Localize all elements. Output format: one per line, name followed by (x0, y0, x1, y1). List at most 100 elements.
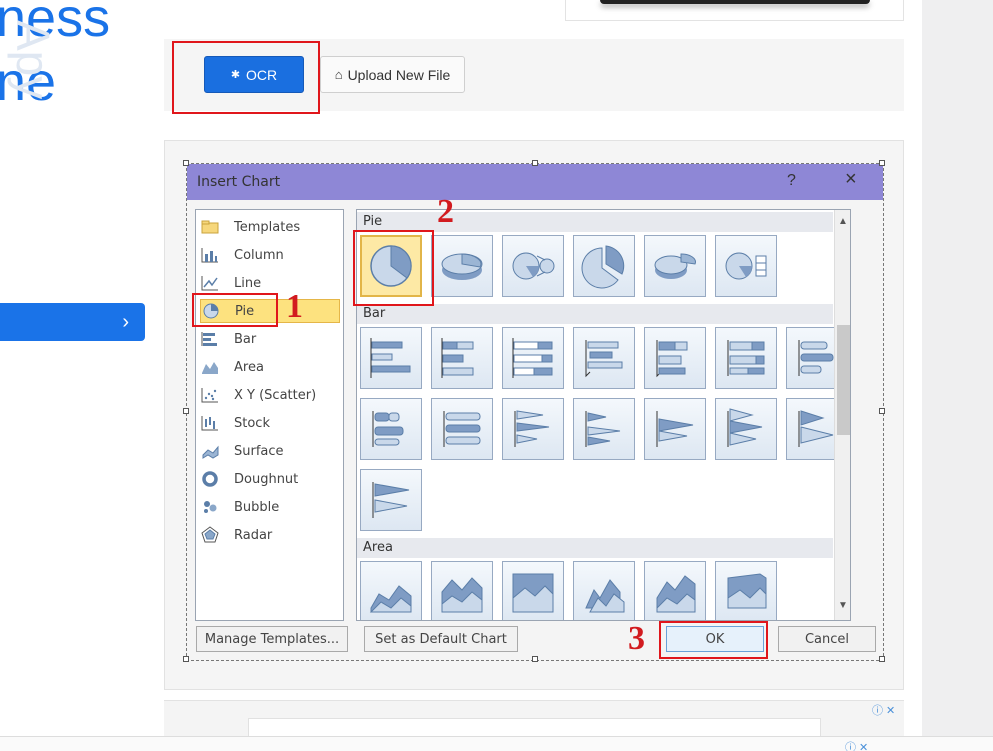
manage-templates-button[interactable]: Manage Templates... (196, 626, 348, 652)
bar-clustered-icon (370, 338, 411, 378)
area-3d-100-icon (727, 573, 767, 609)
dialog-title-bar: Insert Chart ? × (187, 164, 883, 200)
chevron-right-icon: › (122, 311, 129, 333)
adchoices-icon[interactable]: ⓘ ✕ (845, 739, 868, 751)
chart-type-label: Radar (234, 527, 273, 543)
area-subtype-3d-100-stacked[interactable] (715, 561, 777, 620)
bar-subtype-stacked[interactable] (431, 327, 493, 389)
chart-type-scatter[interactable]: X Y (Scatter) (200, 383, 340, 407)
resize-handle[interactable] (532, 656, 538, 662)
area-subtype-3d-area[interactable] (573, 561, 635, 620)
bar-subtype-100-stacked[interactable] (502, 327, 564, 389)
cylinder-100-icon (443, 411, 481, 447)
bar-subtype-stacked-cone[interactable] (573, 398, 635, 460)
scatter-chart-icon (200, 386, 220, 404)
chart-type-label: Column (234, 247, 284, 263)
bar-chart-icon (200, 330, 220, 348)
exploded-pie-icon (581, 245, 625, 289)
section-bar-label: Bar (357, 304, 833, 324)
pie-subtype-pie-of-pie[interactable] (502, 235, 564, 297)
scrollbar-thumb[interactable] (837, 325, 850, 435)
chevron-up-icon[interactable]: ▲ (838, 216, 848, 227)
bar-subtype-100-cone[interactable] (644, 398, 706, 460)
pie-3d-exploded-icon (654, 253, 696, 279)
resize-handle[interactable] (183, 656, 189, 662)
bar-subtype-3d-100-stacked[interactable] (715, 327, 777, 389)
cylinder-stacked-icon (372, 411, 404, 447)
gallery-scrollbar[interactable]: ▲ ▼ (834, 210, 850, 620)
resize-handle[interactable] (532, 160, 538, 166)
close-icon[interactable]: × (845, 168, 857, 191)
folder-icon (200, 218, 220, 236)
area-subtype-stacked[interactable] (431, 561, 493, 620)
chart-type-surface[interactable]: Surface (200, 439, 340, 463)
doughnut-chart-icon (200, 470, 220, 488)
help-icon[interactable]: ? (787, 172, 796, 190)
nav-link-button[interactable]: › (0, 303, 145, 341)
bottom-ad-strip: ⓘ ✕ (0, 736, 993, 751)
resize-handle[interactable] (183, 408, 189, 414)
pie-subtype-bar-of-pie[interactable] (715, 235, 777, 297)
bar-subtype-clustered-pyramid[interactable] (715, 398, 777, 460)
chart-type-doughnut[interactable]: Doughnut (200, 467, 340, 491)
bar-subtype-3d-stacked[interactable] (644, 327, 706, 389)
pie-type-highlight (192, 293, 278, 327)
bar-subtype-stacked-cylinder[interactable] (360, 398, 422, 460)
pie-subtype-3d-exploded-pie[interactable] (644, 235, 706, 297)
adchoices-icon[interactable]: ⓘ ✕ (872, 702, 895, 718)
area-subtype-3d-stacked[interactable] (644, 561, 706, 620)
cone-bar-icon (514, 410, 550, 447)
line-chart-icon (200, 274, 220, 292)
chart-type-column[interactable]: Column (200, 243, 340, 267)
bar-subtype-100-pyramid[interactable] (360, 469, 422, 531)
chart-type-radar[interactable]: Radar (200, 523, 340, 547)
bar-3d-100-icon (727, 340, 765, 376)
upload-button-label: Upload New File (347, 66, 451, 83)
pyramid-100-icon (372, 482, 410, 518)
pie-3d-icon (441, 253, 483, 280)
chart-type-templates[interactable]: Templates (200, 215, 340, 239)
chart-type-label: Templates (234, 219, 301, 235)
bar-subtype-100-cylinder[interactable] (431, 398, 493, 460)
resize-handle[interactable] (879, 160, 885, 166)
area-subtype-100-stacked[interactable] (502, 561, 564, 620)
top-image-card (565, 0, 904, 21)
resize-handle[interactable] (879, 656, 885, 662)
pyramid-bar-icon (727, 408, 763, 447)
step-number-1: 1 (286, 288, 303, 325)
bar-subtype-clustered[interactable] (360, 327, 422, 389)
chart-type-bubble[interactable]: Bubble (200, 495, 340, 519)
bar-subtype-clustered-cone[interactable] (502, 398, 564, 460)
step-number-3: 3 (628, 620, 645, 657)
chart-type-label: X Y (Scatter) (234, 387, 317, 403)
pie-subtype-exploded-pie[interactable] (573, 235, 635, 297)
insert-chart-dialog: Insert Chart ? × Templates Column Line P… (183, 160, 885, 662)
chart-type-stock[interactable]: Stock (200, 411, 340, 435)
resize-handle[interactable] (183, 160, 189, 166)
resize-handle[interactable] (879, 408, 885, 414)
set-default-chart-button[interactable]: Set as Default Chart (364, 626, 518, 652)
section-pie-label: Pie (357, 212, 833, 232)
stock-chart-icon (200, 414, 220, 432)
bar-subtype-3d-clustered[interactable] (573, 327, 635, 389)
upload-new-file-button[interactable]: ⌂ Upload New File (320, 56, 465, 93)
chart-type-label: Surface (234, 443, 284, 459)
bar-stacked-icon (441, 338, 474, 378)
chart-type-bar[interactable]: Bar (200, 327, 340, 351)
cancel-button[interactable]: Cancel (778, 626, 876, 652)
bar-3d-clustered-icon (585, 340, 623, 378)
right-rail (922, 0, 993, 751)
chevron-down-icon[interactable]: ▼ (838, 600, 848, 611)
area-stacked-icon (441, 577, 483, 613)
home-icon: ⌂ (334, 67, 343, 82)
surface-chart-icon (200, 442, 220, 460)
bar-of-pie-icon (725, 252, 767, 280)
chart-type-area[interactable]: Area (200, 355, 340, 379)
chart-type-label: Bubble (234, 499, 280, 515)
pie-subtype-3d-pie[interactable] (431, 235, 493, 297)
ok-highlight (659, 621, 768, 659)
area-subtype-area[interactable] (360, 561, 422, 620)
dialog-title: Insert Chart (197, 174, 281, 190)
chart-type-label: Bar (234, 331, 257, 347)
chart-type-line[interactable]: Line (200, 271, 340, 295)
